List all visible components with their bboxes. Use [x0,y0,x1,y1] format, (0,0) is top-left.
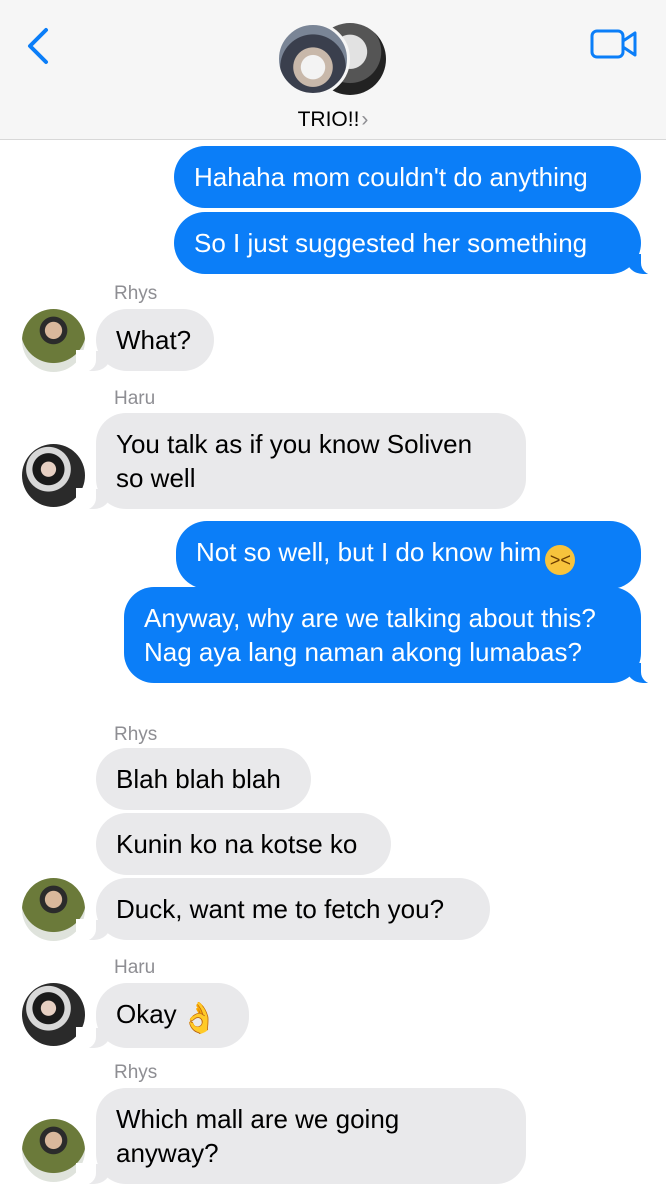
message-text: Hahaha mom couldn't do anything [194,162,588,192]
member-avatar-front [276,22,350,96]
message-text: Not so well, but I do know him [196,537,542,567]
message-bubble-incoming[interactable]: What? [76,309,214,372]
message-bubble-incoming[interactable]: Which mall are we going anyway? [76,1088,526,1185]
sender-name: Haru [114,388,156,409]
message-text: Which mall are we going anyway? [116,1104,400,1168]
sender-name: Rhys [114,283,158,304]
conversation-header: TRIO!!› [0,0,666,140]
group-avatar[interactable] [276,22,390,98]
chevron-right-icon: › [361,108,369,131]
message-text: Okay [116,999,177,1029]
message-text: You talk as if you know Soliven so well [116,429,473,493]
message-text: So I just suggested her something [194,228,588,258]
grinning-squinting-face-emoji: >< [545,545,576,575]
message-bubble-incoming[interactable]: Blah blah blah [96,748,311,810]
message-bubble-outgoing[interactable]: So I just suggested her something [174,212,661,275]
message-text: Blah blah blah [116,764,281,794]
message-text: Anyway, why are we talking about this? N… [144,603,596,667]
back-button[interactable] [22,26,56,66]
message-bubble-incoming[interactable]: Duck, want me to fetch you? [76,878,490,941]
sender-name: Rhys [114,1062,158,1083]
video-camera-icon [590,29,637,59]
group-name-button[interactable]: TRIO!!› [0,108,666,132]
message-bubble-incoming[interactable]: Okay 👌 [76,983,249,1049]
message-bubble-outgoing[interactable]: Hahaha mom couldn't do anything [174,146,641,208]
message-text: Kunin ko na kotse ko [116,829,358,859]
message-bubble-outgoing[interactable]: Not so well, but I do know him >< [176,521,641,589]
message-text: What? [116,325,192,355]
chevron-left-icon [28,28,48,64]
message-bubble-incoming[interactable]: You talk as if you know Soliven so well [76,413,526,510]
message-bubble-outgoing[interactable]: Anyway, why are we talking about this? N… [124,587,661,684]
message-bubble-incoming[interactable]: Kunin ko na kotse ko [96,813,391,875]
group-name-label: TRIO!! [297,108,360,131]
message-text: Duck, want me to fetch you? [116,894,445,924]
sender-name: Haru [114,957,156,978]
ok-hand-emoji: 👌 [180,1002,219,1035]
video-call-button[interactable] [590,28,638,60]
sender-name: Rhys [114,724,158,745]
